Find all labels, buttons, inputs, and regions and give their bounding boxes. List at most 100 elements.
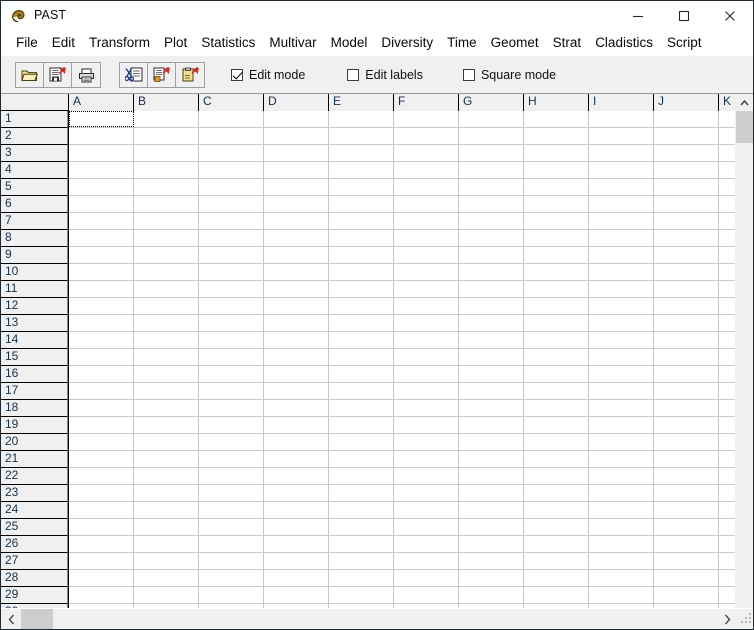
cell-a23[interactable] [69,485,134,501]
cell-i9[interactable] [589,247,654,263]
cell-g22[interactable] [459,468,524,484]
cell-g2[interactable] [459,128,524,144]
cell-d5[interactable] [264,179,329,195]
cell-a2[interactable] [69,128,134,144]
cell-b14[interactable] [134,332,199,348]
cell-e29[interactable] [329,587,394,603]
cell-j25[interactable] [654,519,719,535]
cell-e2[interactable] [329,128,394,144]
cell-h17[interactable] [524,383,589,399]
cell-j17[interactable] [654,383,719,399]
cell-h27[interactable] [524,553,589,569]
row-header-22[interactable]: 22 [1,468,68,485]
cell-b2[interactable] [134,128,199,144]
cell-b9[interactable] [134,247,199,263]
cell-c11[interactable] [199,281,264,297]
cell-f7[interactable] [394,213,459,229]
cell-a18[interactable] [69,400,134,416]
cell-g5[interactable] [459,179,524,195]
menu-item-script[interactable]: Script [660,34,709,52]
cell-c3[interactable] [199,145,264,161]
cell-h13[interactable] [524,315,589,331]
cell-d26[interactable] [264,536,329,552]
cell-k22[interactable] [719,468,735,484]
scroll-right-button[interactable] [717,609,737,629]
cell-k21[interactable] [719,451,735,467]
cell-a27[interactable] [69,553,134,569]
cell-f29[interactable] [394,587,459,603]
cell-g3[interactable] [459,145,524,161]
cell-i8[interactable] [589,230,654,246]
cell-e22[interactable] [329,468,394,484]
cell-g26[interactable] [459,536,524,552]
cell-f8[interactable] [394,230,459,246]
cell-f13[interactable] [394,315,459,331]
cell-h25[interactable] [524,519,589,535]
cell-c19[interactable] [199,417,264,433]
cell-f6[interactable] [394,196,459,212]
cell-i2[interactable] [589,128,654,144]
print-button[interactable] [72,63,100,87]
cell-k10[interactable] [719,264,735,280]
cell-d14[interactable] [264,332,329,348]
cell-f9[interactable] [394,247,459,263]
edit-labels-checkbox-box[interactable] [347,69,360,81]
cell-e23[interactable] [329,485,394,501]
cell-i27[interactable] [589,553,654,569]
cell-c5[interactable] [199,179,264,195]
cell-k28[interactable] [719,570,735,586]
cell-a4[interactable] [69,162,134,178]
cell-g15[interactable] [459,349,524,365]
cell-i15[interactable] [589,349,654,365]
cell-k20[interactable] [719,434,735,450]
cell-f3[interactable] [394,145,459,161]
cell-d15[interactable] [264,349,329,365]
cell-b29[interactable] [134,587,199,603]
scroll-up-button[interactable] [736,94,753,111]
cell-d9[interactable] [264,247,329,263]
cell-e8[interactable] [329,230,394,246]
cell-e7[interactable] [329,213,394,229]
cell-k15[interactable] [719,349,735,365]
cell-a29[interactable] [69,587,134,603]
row-header-24[interactable]: 24 [1,502,68,519]
cell-e28[interactable] [329,570,394,586]
cell-g27[interactable] [459,553,524,569]
row-header-1[interactable]: 1 [1,111,68,128]
menu-item-diversity[interactable]: Diversity [374,34,440,52]
cell-a14[interactable] [69,332,134,348]
minimize-button[interactable] [615,1,661,30]
cell-i24[interactable] [589,502,654,518]
cell-h18[interactable] [524,400,589,416]
cell-h23[interactable] [524,485,589,501]
paste-button[interactable] [176,63,204,87]
menu-item-time[interactable]: Time [440,34,484,52]
vertical-scrollbar[interactable] [735,94,753,608]
column-header-e[interactable]: E [329,94,394,111]
cell-a11[interactable] [69,281,134,297]
cell-a6[interactable] [69,196,134,212]
cell-e21[interactable] [329,451,394,467]
cell-k8[interactable] [719,230,735,246]
edit-mode-checkbox-box[interactable] [231,69,243,81]
cell-a7[interactable] [69,213,134,229]
cell-g14[interactable] [459,332,524,348]
cell-g19[interactable] [459,417,524,433]
cell-j23[interactable] [654,485,719,501]
cell-j7[interactable] [654,213,719,229]
cell-c26[interactable] [199,536,264,552]
cell-j22[interactable] [654,468,719,484]
cell-k18[interactable] [719,400,735,416]
cell-b1[interactable] [134,111,199,127]
row-header-16[interactable]: 16 [1,366,68,383]
row-header-21[interactable]: 21 [1,451,68,468]
cell-d11[interactable] [264,281,329,297]
cell-b27[interactable] [134,553,199,569]
row-header-23[interactable]: 23 [1,485,68,502]
cell-i19[interactable] [589,417,654,433]
cell-h24[interactable] [524,502,589,518]
cell-d27[interactable] [264,553,329,569]
cell-a3[interactable] [69,145,134,161]
cell-f11[interactable] [394,281,459,297]
cell-f10[interactable] [394,264,459,280]
